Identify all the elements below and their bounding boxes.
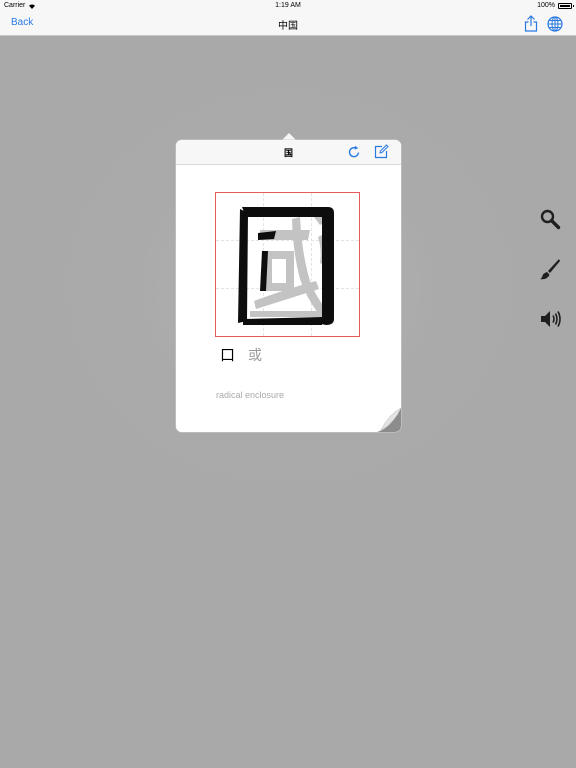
refresh-icon[interactable] (347, 145, 361, 159)
character-writing-box[interactable] (215, 192, 360, 337)
status-right: 100% (537, 2, 574, 9)
page-curl-icon[interactable] (377, 408, 401, 432)
popover-title: 国 (283, 149, 293, 159)
component-radical[interactable]: 口 (220, 344, 235, 365)
wifi-icon (29, 3, 36, 9)
brush-icon[interactable] (539, 258, 561, 280)
popover-header: 国 (176, 140, 401, 165)
character-popover: 国 口 或 radical enclosure (176, 140, 401, 432)
globe-icon[interactable] (547, 16, 563, 32)
radical-label: radical enclosure (216, 390, 285, 400)
status-left: Carrier (4, 2, 36, 9)
edit-icon[interactable] (374, 144, 389, 159)
stroke-order-character (238, 207, 334, 325)
share-icon[interactable] (524, 15, 538, 32)
status-bar: Carrier 1:19 AM 100% (0, 0, 576, 11)
speaker-icon[interactable] (539, 309, 561, 329)
navigation-bar: Back 中国 (0, 11, 576, 36)
carrier-label: Carrier (4, 2, 26, 9)
battery-icon (558, 2, 574, 9)
popover-arrow (282, 133, 296, 140)
status-time: 1:19 AM (275, 2, 301, 9)
component-secondary[interactable]: 或 (248, 345, 262, 365)
battery-label: 100% (537, 2, 555, 9)
search-icon[interactable] (539, 208, 561, 230)
nav-title: 中国 (278, 21, 298, 32)
